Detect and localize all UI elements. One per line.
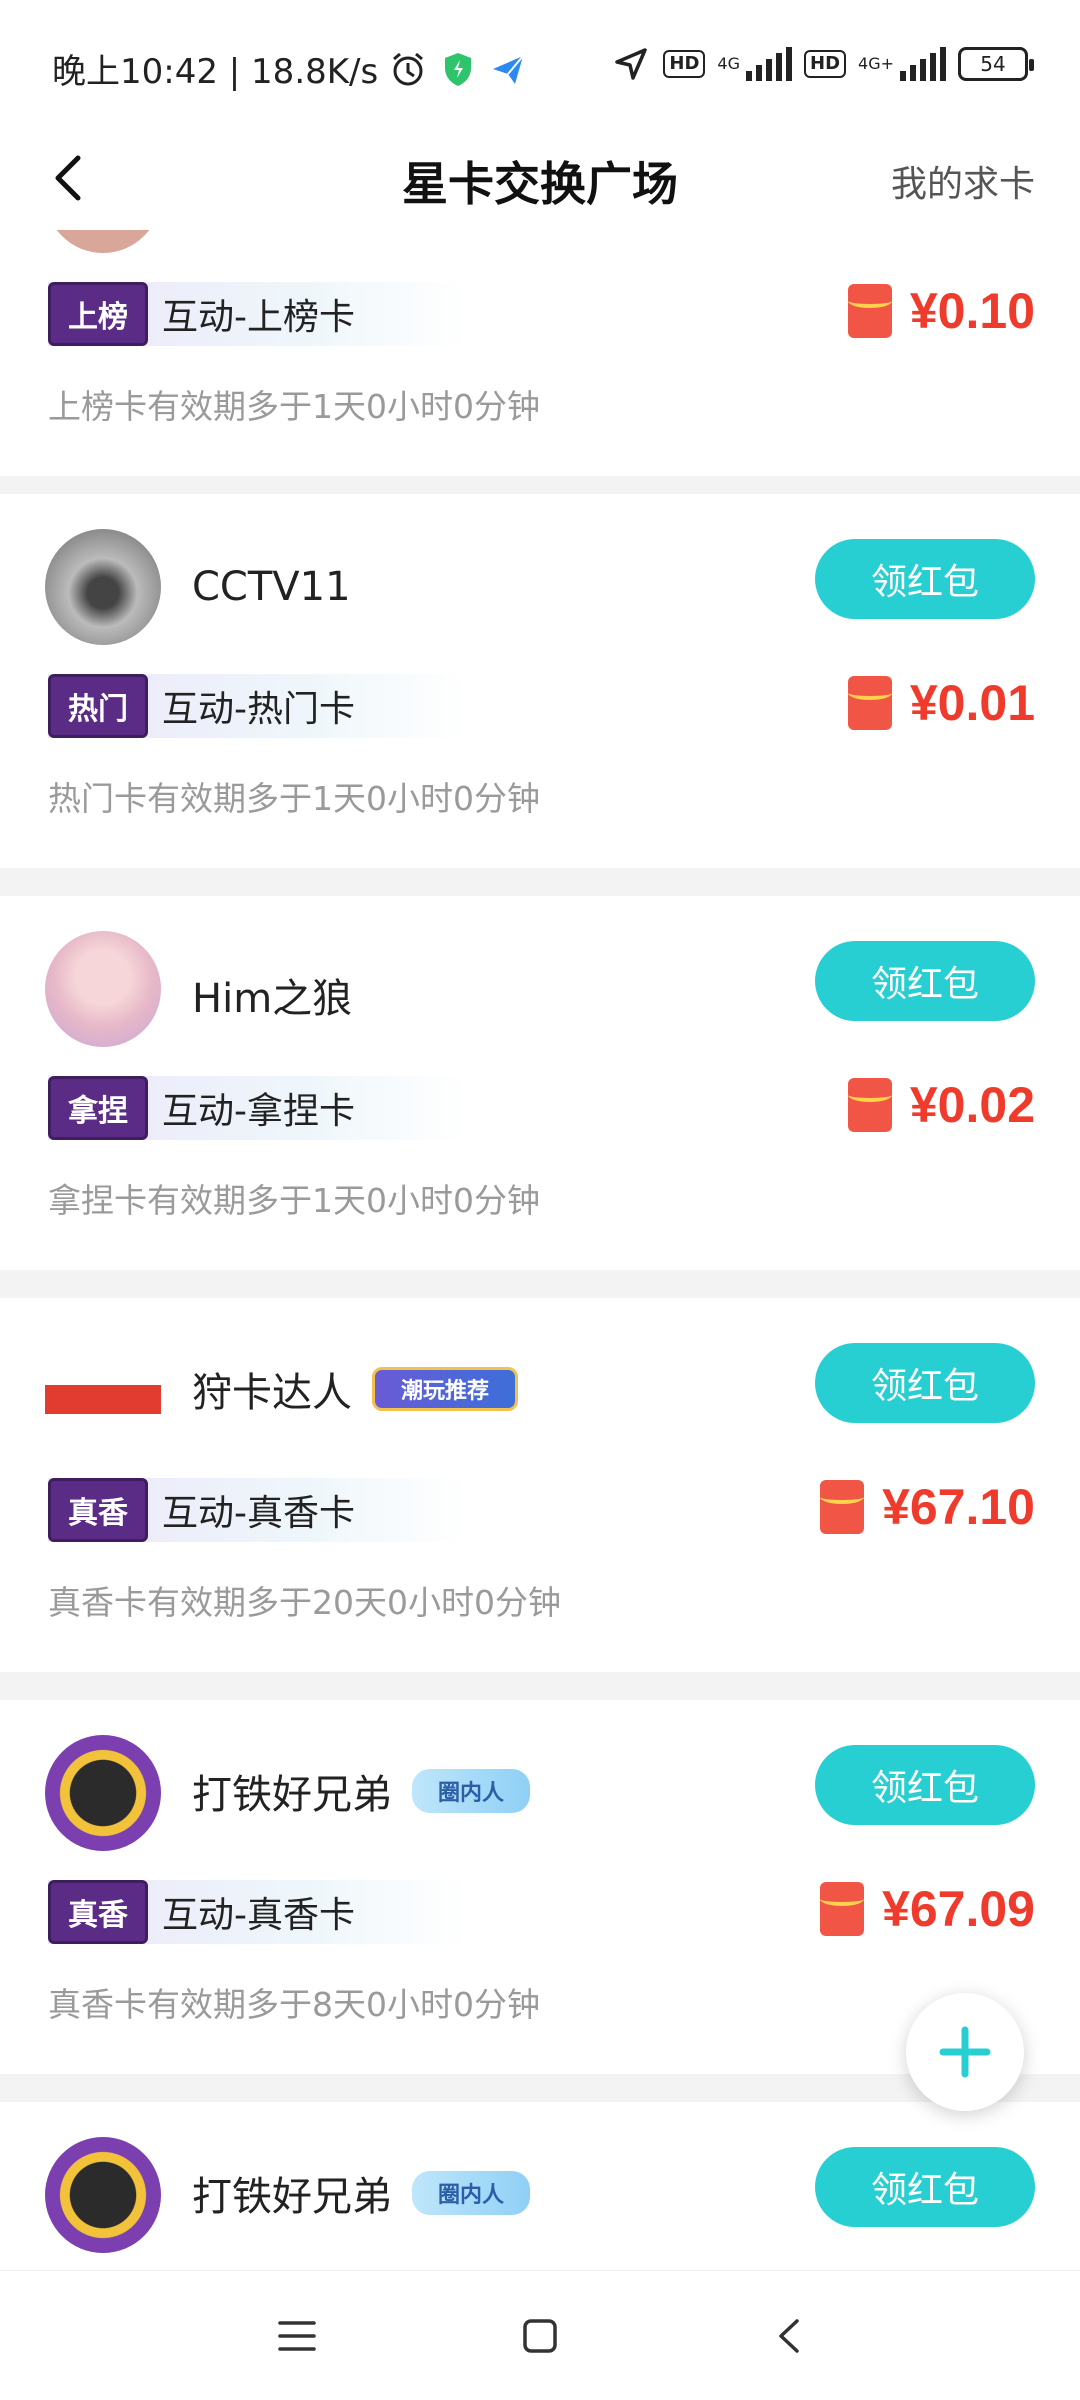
card-info: 拿捏 互动-拿捏卡: [48, 1076, 468, 1140]
price: ¥0.02: [847, 1076, 1035, 1134]
location-icon: [615, 48, 648, 80]
claim-red-packet-button[interactable]: 领红包: [815, 2147, 1035, 2227]
battery-icon: 54: [958, 47, 1034, 81]
avatar[interactable]: [45, 230, 161, 253]
price-amount: ¥0.10: [909, 283, 1035, 339]
username-row: 打铁好兄弟 圈内人: [192, 1762, 531, 1820]
card-tag: 真香: [48, 1880, 148, 1944]
add-button[interactable]: [906, 1993, 1024, 2111]
signal-icon: [900, 47, 946, 81]
validity-text: 拿捏卡有效期多于1天0小时0分钟: [48, 1181, 540, 1220]
signal-icon: [746, 47, 792, 81]
price-amount: ¥0.01: [909, 675, 1035, 731]
card-tag: 热门: [48, 674, 148, 738]
claim-red-packet-button[interactable]: 领红包: [815, 1343, 1035, 1423]
validity-text: 真香卡有效期多于20天0小时0分钟: [48, 1583, 561, 1622]
price: ¥0.10: [847, 282, 1035, 340]
red-envelope-icon: [847, 1078, 892, 1132]
status-left: 晚上10:42 | 18.8K/s: [52, 44, 528, 93]
card-list[interactable]: 上榜 互动-上榜卡 ¥0.10 上榜卡有效期多于1天0小时0分钟 CCTV11 …: [0, 230, 1080, 2270]
status-bar: 晚上10:42 | 18.8K/s HD 4G HD 4G+ 54: [0, 0, 1080, 130]
avatar[interactable]: [45, 1735, 161, 1851]
card-name: 互动-真香卡: [162, 1493, 355, 1534]
red-envelope-icon: [847, 284, 892, 338]
validity-text: 真香卡有效期多于8天0小时0分钟: [48, 1985, 540, 2024]
my-request-link[interactable]: 我的求卡: [891, 155, 1035, 207]
card-tag: 拿捏: [48, 1076, 148, 1140]
claim-red-packet-button[interactable]: 领红包: [815, 1745, 1035, 1825]
menu-icon[interactable]: [272, 2311, 322, 2361]
price: ¥67.09: [820, 1880, 1035, 1938]
validity-text: 上榜卡有效期多于1天0小时0分钟: [48, 387, 540, 426]
network-type: 4G+: [858, 54, 894, 73]
username[interactable]: 打铁好兄弟: [192, 2164, 392, 2222]
list-item: CCTV11 领红包 热门 互动-热门卡 ¥0.01 热门卡有效期多于1天0小时…: [0, 494, 1080, 868]
avatar[interactable]: [45, 1333, 161, 1449]
system-nav-bar: [0, 2270, 1080, 2400]
username[interactable]: CCTV11: [192, 564, 351, 610]
hd-label: HD: [804, 50, 847, 78]
avatar[interactable]: [45, 931, 161, 1047]
list-item: 上榜 互动-上榜卡 ¥0.10 上榜卡有效期多于1天0小时0分钟: [0, 230, 1080, 476]
insider-badge: 圈内人: [412, 1769, 531, 1813]
card-info: 上榜 互动-上榜卡: [48, 282, 468, 346]
price: ¥0.01: [847, 674, 1035, 732]
claim-red-packet-button[interactable]: 领红包: [815, 539, 1035, 619]
card-info: 真香 互动-真香卡: [48, 1880, 468, 1944]
shield-icon: [445, 52, 472, 86]
username-row: 打铁好兄弟 圈内人: [192, 2164, 531, 2222]
card-name: 互动-热门卡: [162, 689, 355, 730]
header: 星卡交换广场 我的求卡: [0, 130, 1080, 230]
back-nav-icon[interactable]: [765, 2311, 815, 2361]
claim-red-packet-button[interactable]: 领红包: [815, 941, 1035, 1021]
card-tag: 上榜: [48, 282, 148, 346]
validity-text: 热门卡有效期多于1天0小时0分钟: [48, 779, 540, 818]
username[interactable]: Him之狼: [192, 966, 352, 1024]
home-icon[interactable]: [515, 2311, 565, 2361]
card-name: 互动-上榜卡: [162, 297, 355, 338]
username[interactable]: 打铁好兄弟: [192, 1762, 392, 1820]
price-amount: ¥67.10: [882, 1479, 1035, 1535]
network-type: 4G: [717, 54, 740, 73]
username-row: 狩卡达人 潮玩推荐: [192, 1360, 519, 1418]
red-envelope-icon: [820, 1480, 865, 1534]
red-envelope-icon: [820, 1882, 865, 1936]
red-envelope-icon: [847, 676, 892, 730]
avatar[interactable]: [45, 529, 161, 645]
card-name: 互动-真香卡: [162, 1895, 355, 1936]
status-time: 晚上10:42 | 18.8K/s: [52, 52, 379, 92]
recommend-badge: 潮玩推荐: [372, 1367, 519, 1411]
card-info: 真香 互动-真香卡: [48, 1478, 468, 1542]
price-amount: ¥67.09: [882, 1881, 1035, 1937]
list-item: 狩卡达人 潮玩推荐 领红包 真香 互动-真香卡 ¥67.10 真香卡有效期多于2…: [0, 1298, 1080, 1672]
alarm-icon: [393, 52, 424, 85]
price-amount: ¥0.02: [909, 1077, 1035, 1133]
list-item: Him之狼 领红包 拿捏 互动-拿捏卡 ¥0.02 拿捏卡有效期多于1天0小时0…: [0, 896, 1080, 1270]
plus-icon: [939, 2026, 991, 2078]
hd-label: HD: [663, 50, 706, 78]
send-icon: [493, 54, 525, 84]
insider-badge: 圈内人: [412, 2171, 531, 2215]
list-item: 打铁好兄弟 圈内人 领红包: [0, 2102, 1080, 2270]
card-tag: 真香: [48, 1478, 148, 1542]
card-info: 热门 互动-热门卡: [48, 674, 468, 738]
status-right: HD 4G HD 4G+ 54: [611, 44, 1034, 84]
avatar[interactable]: [45, 2137, 161, 2253]
card-name: 互动-拿捏卡: [162, 1091, 355, 1132]
price: ¥67.10: [820, 1478, 1035, 1536]
username[interactable]: 狩卡达人: [192, 1360, 352, 1418]
